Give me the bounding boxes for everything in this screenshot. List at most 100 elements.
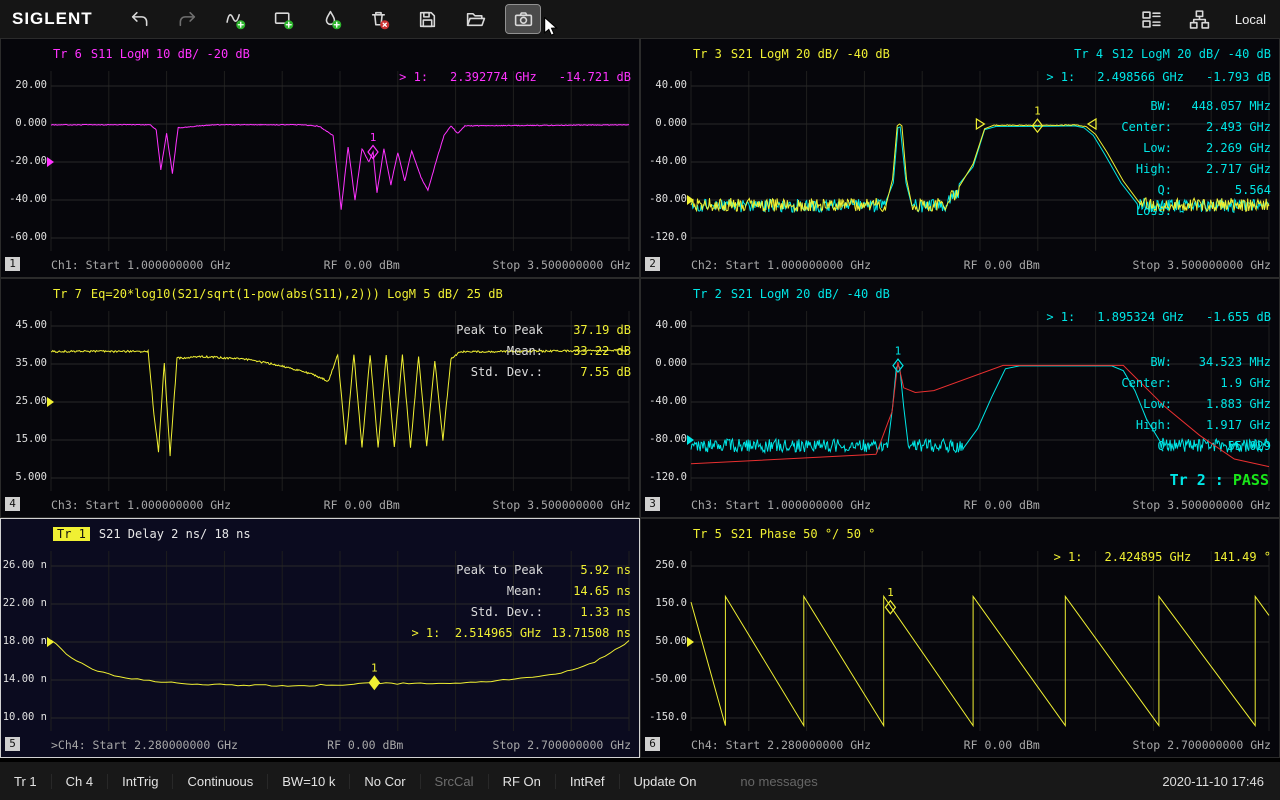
marker-frequency: 2.498566 GHz	[1097, 70, 1184, 84]
panel-number-badge[interactable]: 3	[645, 497, 660, 511]
marker-number: 1	[1034, 105, 1041, 118]
axis-label: -20.00	[1, 155, 47, 167]
bandwidth-info-row: BW:448.057 MHz	[1121, 95, 1271, 116]
footer-stop: Stop 2.700000000 GHz	[493, 738, 631, 752]
bandwidth-info-row: Low:1.883 GHz	[1121, 393, 1271, 414]
status-item-rf-on[interactable]: RF On	[488, 774, 555, 789]
info-label: BW:	[1150, 355, 1172, 369]
open-file-icon[interactable]	[458, 5, 492, 33]
plot-area-4	[1, 279, 641, 519]
panel-number-badge[interactable]: 1	[5, 257, 20, 271]
trace-title-row: Tr 1S21 Delay 2 ns/ 18 ns	[53, 527, 631, 541]
status-item-update-on[interactable]: Update On	[619, 774, 711, 789]
stats-value: 33.22 dB	[553, 344, 631, 358]
stats-row: Peak to Peak37.19 dB	[456, 319, 631, 340]
add-marker-icon[interactable]	[314, 5, 348, 33]
axis-label: 15.00	[1, 433, 47, 445]
trace-title: S21 LogM 20 dB/ -40 dB	[731, 287, 890, 301]
status-item-no-cor[interactable]: No Cor	[349, 774, 419, 789]
undo-icon[interactable]	[122, 5, 156, 33]
trace-title: Tr 5	[693, 527, 722, 541]
status-item-srccal[interactable]: SrcCal	[420, 774, 488, 789]
add-window-icon[interactable]	[266, 5, 300, 33]
redo-icon[interactable]	[170, 5, 204, 33]
info-label: High:	[1136, 162, 1172, 176]
marker-readout: > 1:1.895324 GHz-1.655 dB	[1046, 310, 1271, 324]
info-label: Center:	[1121, 376, 1172, 390]
info-label: BW:	[1150, 99, 1172, 113]
stats-label: Peak to Peak	[456, 323, 543, 337]
status-item-bw-10-k[interactable]: BW=10 k	[267, 774, 349, 789]
save-file-icon[interactable]	[410, 5, 444, 33]
axis-label: 25.00	[1, 395, 47, 407]
footer-stop: Stop 3.500000000 GHz	[493, 258, 631, 272]
delete-trace-icon[interactable]	[362, 5, 396, 33]
footer-stop: Stop 3.500000000 GHz	[1133, 258, 1271, 272]
axis-label: 35.00	[1, 357, 47, 369]
info-value: 55.029	[1179, 439, 1271, 453]
info-value: 1.9 GHz	[1179, 376, 1271, 390]
axis-label: 0.000	[641, 117, 687, 129]
axis-label: 22.00 n	[1, 597, 47, 609]
status-item-ch-4[interactable]: Ch 4	[51, 774, 107, 789]
toolbar: SIGLENT	[0, 0, 1280, 38]
axis-label: -40.00	[641, 155, 687, 167]
screenshot-icon[interactable]	[506, 5, 540, 33]
panel-3[interactable]: 1Tr 2S21 LogM 20 dB/ -40 dB> 1:1.895324 …	[640, 278, 1280, 518]
info-value: 2.717 GHz	[1179, 162, 1271, 176]
info-value: 34.523 MHz	[1179, 355, 1271, 369]
axis-label: 45.00	[1, 319, 47, 331]
info-value: 2.269 GHz	[1179, 141, 1271, 155]
status-item-continuous[interactable]: Continuous	[172, 774, 267, 789]
pass-indicator-text: Tr 2 :	[1170, 471, 1233, 489]
trace-title-group: Tr 7Eq=20*log10(S21/sqrt(1-pow(abs(S11),…	[53, 287, 503, 301]
panel-number-badge[interactable]: 6	[645, 737, 660, 751]
trace-title-group: Tr 4S12 LogM 20 dB/ -40 dB	[1074, 47, 1271, 61]
panel-2[interactable]: 1Tr 3S21 LogM 20 dB/ -40 dBTr 4S12 LogM …	[640, 38, 1280, 278]
ref-level-marker	[47, 637, 54, 647]
local-label[interactable]: Local	[1235, 12, 1266, 27]
stats-value: 5.92 ns	[553, 563, 631, 577]
add-trace-icon[interactable]	[218, 5, 252, 33]
bandwidth-info-row: BW: 34.523 MHz	[1121, 351, 1271, 372]
panel-number-badge[interactable]: 5	[5, 737, 20, 751]
panel-6[interactable]: 1Tr 5S21 Phase 50 °/ 50 °> 1:2.424895 GH…	[640, 518, 1280, 758]
footer-stop: Stop 3.500000000 GHz	[1133, 498, 1271, 512]
stats-label: Std. Dev.:	[471, 365, 543, 379]
panel-number-badge[interactable]: 2	[645, 257, 660, 271]
info-label: Center:	[1121, 120, 1172, 134]
marker-readout: > 1:2.498566 GHz-1.793 dB	[1046, 70, 1271, 84]
network-icon[interactable]	[1183, 5, 1217, 33]
ref-level-marker	[47, 397, 54, 407]
marker-diamond-1[interactable]	[369, 676, 379, 689]
status-item-inttrig[interactable]: IntTrig	[107, 774, 172, 789]
trace-stats: Peak to Peak37.19 dBMean:33.22 dBStd. De…	[456, 319, 631, 382]
trace-title-group: Tr 1S21 Delay 2 ns/ 18 ns	[53, 527, 251, 541]
footer-start: Ch2: Start 1.000000000 GHz	[691, 258, 871, 272]
display-config-icon[interactable]	[1135, 5, 1169, 33]
panel-number-badge[interactable]: 4	[5, 497, 20, 511]
footer-stop: Stop 2.700000000 GHz	[1133, 738, 1271, 752]
footer-rf-power: RF 0.00 dBm	[964, 258, 1040, 272]
trace-title-group: Tr 5 S21 Phase 50 °/ 50 °	[693, 527, 875, 541]
status-item-tr-1[interactable]: Tr 1	[0, 774, 51, 789]
marker-value: -1.793 dB	[1206, 70, 1271, 84]
panel-5[interactable]: 1Tr 1S21 Delay 2 ns/ 18 nsPeak to Peak5.…	[0, 518, 640, 758]
stats-row: Peak to Peak5.92 ns	[411, 559, 631, 580]
trace-title-row: Tr 7Eq=20*log10(S21/sqrt(1-pow(abs(S11),…	[53, 287, 631, 301]
marker-number: 1	[887, 586, 894, 599]
bandwidth-info-row: Center: 1.9 GHz	[1121, 372, 1271, 393]
axis-label: 26.00 n	[1, 559, 47, 571]
stats-row: Mean:14.65 ns	[411, 580, 631, 601]
footer-rf-power: RF 0.00 dBm	[324, 498, 400, 512]
stats-row: Std. Dev.:7.55 dB	[456, 361, 631, 382]
status-item-intref[interactable]: IntRef	[555, 774, 619, 789]
panel-4[interactable]: Tr 7Eq=20*log10(S21/sqrt(1-pow(abs(S11),…	[0, 278, 640, 518]
trace-title: S21 Phase 50 °/ 50 °	[731, 527, 876, 541]
panel-1[interactable]: 1Tr 6S11 LogM 10 dB/ -20 dB> 1:2.392774 …	[0, 38, 640, 278]
footer-rf-power: RF 0.00 dBm	[964, 498, 1040, 512]
axis-label: 5.000	[1, 471, 47, 483]
marker-frequency: 2.424895 GHz	[1105, 550, 1192, 564]
axis-label: 14.00 n	[1, 673, 47, 685]
trace-title-row: Tr 2S21 LogM 20 dB/ -40 dB	[693, 287, 1271, 301]
